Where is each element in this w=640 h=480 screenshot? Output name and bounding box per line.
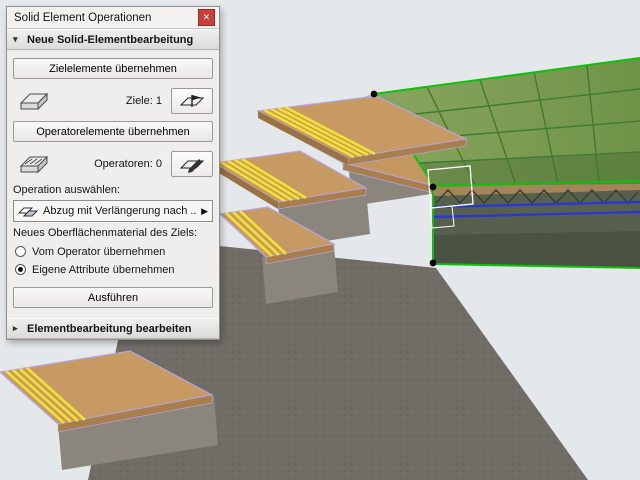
operators-count-label: Operatoren: 0 (94, 158, 162, 170)
take-target-elements-button[interactable]: Zielelemente übernehmen (13, 58, 213, 79)
radio-from-operator[interactable]: Vom Operator übernehmen (15, 243, 213, 260)
new-surface-material-label: Neues Oberflächenmaterial des Ziels: (13, 227, 198, 239)
choose-operation-label: Operation auswählen: (13, 184, 121, 196)
take-operator-elements-button[interactable]: Operatorelemente übernehmen (13, 121, 213, 142)
panel-content: Zielelemente übernehmen Ziele: 1 Operato… (7, 50, 219, 318)
targets-count-label: Ziele: 1 (125, 95, 162, 107)
subtraction-operation-icon (18, 207, 38, 217)
close-icon[interactable]: ✕ (198, 9, 215, 26)
section-header-edit-operation[interactable]: ▸ Elementbearbeitung bearbeiten (7, 318, 219, 339)
section-edit-label: Elementbearbeitung bearbeiten (27, 322, 192, 335)
pick-operator-button[interactable] (171, 151, 213, 177)
pick-operator-pencil-icon (179, 159, 205, 173)
radio-own-attributes[interactable]: Eigene Attribute übernehmen (15, 261, 213, 278)
flyout-arrow-icon: ▶ (201, 205, 208, 216)
dialog-title: Solid Element Operationen (14, 11, 152, 24)
radio-circle-selected[interactable] (15, 264, 26, 275)
chevron-down-icon: ▾ (13, 34, 18, 44)
targets-row: Ziele: 1 (13, 86, 213, 116)
pick-target-flag-icon (179, 95, 205, 107)
target-solid-icon (13, 88, 55, 114)
application-window: Solid Element Operationen ✕ ▾ Neue Solid… (0, 0, 640, 480)
radio-own-attributes-label: Eigene Attribute übernehmen (32, 263, 175, 276)
radio-circle-unselected[interactable] (15, 246, 26, 257)
solid-element-operations-dialog: Solid Element Operationen ✕ ▾ Neue Solid… (6, 6, 220, 340)
operators-row: Operatoren: 0 (13, 149, 213, 179)
chevron-right-icon: ▸ (13, 323, 18, 333)
dialog-titlebar[interactable]: Solid Element Operationen ✕ (7, 7, 219, 29)
radio-from-operator-label: Vom Operator übernehmen (32, 245, 166, 258)
execute-button[interactable]: Ausführen (13, 287, 213, 308)
section-header-new-operation[interactable]: ▾ Neue Solid-Elementbearbeitung (7, 29, 219, 50)
operator-solid-icon (13, 151, 55, 177)
section-header-label: Neue Solid-Elementbearbeitung (27, 33, 194, 46)
operation-selected-value: Abzug mit Verlängerung nach ... (43, 205, 197, 217)
selected-slab-front (432, 181, 640, 269)
operation-dropdown[interactable]: Abzug mit Verlängerung nach ... ▶ (13, 200, 213, 222)
pick-target-button[interactable] (171, 88, 213, 114)
